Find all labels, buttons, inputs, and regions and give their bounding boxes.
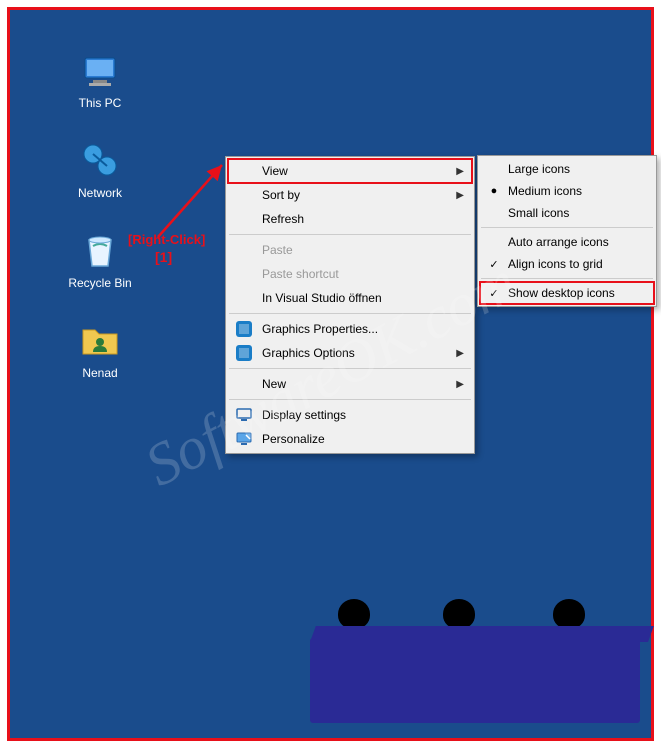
annotation-right-click: [Right-Click] bbox=[128, 232, 205, 247]
computer-icon bbox=[79, 50, 121, 92]
desktop[interactable]: This PC Network Recycle Bin bbox=[7, 7, 654, 741]
submenu-label: Small icons bbox=[508, 206, 646, 220]
menu-label: In Visual Studio öffnen bbox=[262, 291, 464, 305]
desktop-context-menu: View ▶ Sort by ▶ Refresh Paste Paste sho… bbox=[225, 156, 475, 454]
desktop-icon-user-folder[interactable]: Nenad bbox=[60, 320, 140, 380]
menu-separator bbox=[229, 368, 471, 369]
submenu-arrow-icon: ▶ bbox=[452, 379, 464, 390]
blank-icon bbox=[232, 186, 256, 204]
menu-label: Paste shortcut bbox=[262, 267, 464, 281]
menu-item-new[interactable]: New ▶ bbox=[228, 372, 472, 396]
submenu-arrow-icon: ▶ bbox=[452, 166, 464, 177]
menu-separator bbox=[481, 227, 653, 228]
desktop-icon-label: Nenad bbox=[82, 366, 117, 380]
menu-separator bbox=[229, 313, 471, 314]
menu-label: Display settings bbox=[262, 408, 464, 422]
blank-icon bbox=[232, 241, 256, 259]
submenu-item-small-icons[interactable]: Small icons bbox=[480, 202, 654, 224]
view-submenu: Large icons ● Medium icons Small icons A… bbox=[477, 155, 657, 307]
submenu-arrow-icon: ▶ bbox=[452, 190, 464, 201]
blank-icon bbox=[232, 265, 256, 283]
menu-label: Sort by bbox=[262, 188, 452, 202]
annotation-marker-1: [1] bbox=[155, 249, 172, 265]
blank-icon bbox=[232, 375, 256, 393]
submenu-item-align-to-grid[interactable]: ✓ Align icons to grid bbox=[480, 253, 654, 275]
check-mark-checked: ✓ bbox=[484, 287, 504, 300]
desktop-icon-label: Recycle Bin bbox=[68, 276, 131, 290]
check-mark-checked: ✓ bbox=[484, 258, 504, 271]
folder-user-icon bbox=[79, 320, 121, 362]
menu-item-personalize[interactable]: Personalize bbox=[228, 427, 472, 451]
menu-label: Refresh bbox=[262, 212, 464, 226]
blank-icon bbox=[232, 162, 256, 180]
network-icon bbox=[79, 140, 121, 182]
submenu-item-show-desktop-icons[interactable]: ✓ Show desktop icons bbox=[480, 282, 654, 304]
menu-item-refresh[interactable]: Refresh bbox=[228, 207, 472, 231]
submenu-item-large-icons[interactable]: Large icons bbox=[480, 158, 654, 180]
menu-item-paste: Paste bbox=[228, 238, 472, 262]
radio-mark-selected: ● bbox=[484, 185, 504, 197]
submenu-label: Large icons bbox=[508, 162, 646, 176]
menu-item-view[interactable]: View ▶ bbox=[228, 159, 472, 183]
intel-icon bbox=[232, 344, 256, 362]
submenu-label: Auto arrange icons bbox=[508, 235, 646, 249]
submenu-label: Show desktop icons bbox=[508, 286, 646, 300]
judges-illustration: 8 7 9 bbox=[310, 548, 630, 723]
menu-label: Personalize bbox=[262, 432, 464, 446]
submenu-arrow-icon: ▶ bbox=[452, 348, 464, 359]
submenu-item-medium-icons[interactable]: ● Medium icons bbox=[480, 180, 654, 202]
menu-separator bbox=[481, 278, 653, 279]
blank-icon bbox=[232, 289, 256, 307]
menu-separator bbox=[229, 234, 471, 235]
display-icon bbox=[232, 406, 256, 424]
desktop-icon-label: Network bbox=[78, 186, 122, 200]
menu-item-sort-by[interactable]: Sort by ▶ bbox=[228, 183, 472, 207]
desktop-icons-column: This PC Network Recycle Bin bbox=[60, 50, 140, 380]
desktop-icon-network[interactable]: Network bbox=[60, 140, 140, 200]
menu-label: New bbox=[262, 377, 452, 391]
judge-table bbox=[310, 638, 640, 723]
menu-item-graphics-options[interactable]: Graphics Options ▶ bbox=[228, 341, 472, 365]
submenu-label: Medium icons bbox=[508, 184, 646, 198]
menu-separator bbox=[229, 399, 471, 400]
personalize-icon bbox=[232, 430, 256, 448]
blank-icon bbox=[232, 210, 256, 228]
submenu-item-auto-arrange[interactable]: Auto arrange icons bbox=[480, 231, 654, 253]
desktop-icon-label: This PC bbox=[79, 96, 122, 110]
menu-item-graphics-properties[interactable]: Graphics Properties... bbox=[228, 317, 472, 341]
menu-item-display-settings[interactable]: Display settings bbox=[228, 403, 472, 427]
menu-label: Paste bbox=[262, 243, 464, 257]
menu-label: View bbox=[262, 164, 452, 178]
recycle-bin-icon bbox=[79, 230, 121, 272]
menu-item-visual-studio[interactable]: In Visual Studio öffnen bbox=[228, 286, 472, 310]
submenu-label: Align icons to grid bbox=[508, 257, 646, 271]
menu-label: Graphics Options bbox=[262, 346, 452, 360]
desktop-icon-this-pc[interactable]: This PC bbox=[60, 50, 140, 110]
menu-item-paste-shortcut: Paste shortcut bbox=[228, 262, 472, 286]
intel-icon bbox=[232, 320, 256, 338]
menu-label: Graphics Properties... bbox=[262, 322, 464, 336]
